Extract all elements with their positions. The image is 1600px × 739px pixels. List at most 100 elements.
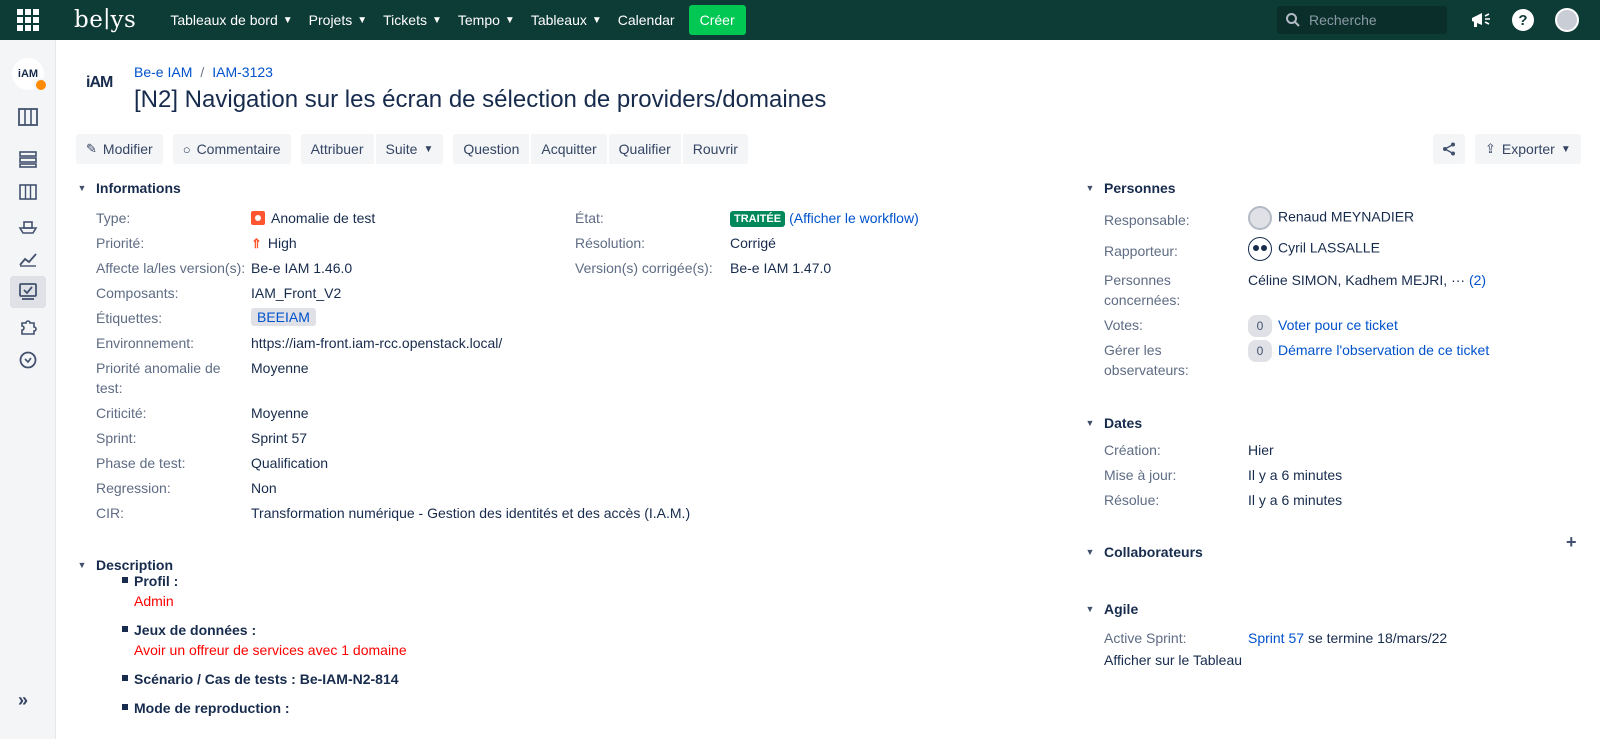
releases-icon[interactable] [16,147,40,171]
app-switcher-icon[interactable] [0,0,56,40]
qualify-button[interactable]: Qualifier [608,134,681,164]
reopen-button[interactable]: Rouvrir [682,134,748,164]
collaborators-heading: Collaborateurs [1104,544,1203,560]
search-input[interactable] [1309,12,1439,28]
type-value: Anomalie de test [251,208,375,228]
updated-value: Il y a 6 minutes [1248,467,1343,483]
export-icon: ⇪ [1485,141,1496,156]
edit-button[interactable]: ✎ Modifier [76,134,163,164]
concerned-label-line2: concernées: [1104,292,1181,308]
status-label: État: [575,210,604,226]
labels-label: Étiquettes: [96,310,163,326]
collapse-icon: ▼ [1085,547,1095,557]
created-value: Hier [1248,442,1274,458]
informations-section-header[interactable]: ▼ Informations [76,180,181,196]
test-phase-label: Phase de test: [96,455,186,471]
view-workflow-link[interactable]: Afficher le workflow [794,210,914,226]
fix-version-link[interactable]: Be-e IAM 1.47.0 [730,258,831,278]
watchers-label-line1: Gérer les [1104,342,1162,358]
concerned-people-count-link[interactable]: (2) [1469,272,1486,288]
description-item-title: Scénario / Cas de tests : Be-IAM-N2-814 [134,671,399,687]
top-navigation-bar: be∣ys Tableaux de bord ▼ Projets ▼ Tickets… [0,0,1600,40]
project-avatar[interactable]: iAM [12,58,48,92]
nav-calendar[interactable]: Calendar [610,0,683,40]
resolved-value: Il y a 6 minutes [1248,492,1343,508]
nav-dashboards-label: Tableaux de bord [170,12,278,28]
help-icon-glyph: ? [1512,9,1534,31]
affects-version-label: Affecte la/les version(s): [96,260,246,276]
environment-link[interactable]: https://iam-front.iam-rcc.openstack.loca… [251,333,502,353]
board-icon[interactable] [16,180,40,204]
dates-heading: Dates [1104,415,1143,431]
user-avatar[interactable] [1555,8,1579,32]
add-ons-puzzle-icon[interactable] [16,315,40,339]
nav-boards[interactable]: Tableaux ▼ [523,0,610,40]
vote-link[interactable]: Voter pour ce ticket [1278,317,1398,333]
add-collaborator-plus-icon[interactable]: + [1566,532,1577,553]
chevron-down-icon: ▼ [1560,143,1571,155]
nav-projects[interactable]: Projets ▼ [301,0,375,40]
active-sprint-label: Active Sprint: [1104,630,1187,646]
watch-link[interactable]: Démarre l'observation de ce ticket [1278,342,1489,358]
watchers-value: 0 Démarre l'observation de ce ticket [1248,340,1489,362]
description-item-title: Jeux de données : [134,622,257,638]
description-item-title: Profil : [134,573,179,589]
description-item: Jeux de données : Avoir un offreur de se… [122,620,1022,660]
status-badge: TRAITÉE [730,211,786,227]
issues-icon[interactable] [10,276,46,308]
expand-sidebar-icon[interactable]: » [18,690,28,711]
description-body: Profil : Admin Jeux de données : Avoir u… [122,571,1022,727]
regression-value: Non [251,480,277,496]
test-anomaly-priority-label-line2: test: [96,380,123,396]
create-button[interactable]: Créer [688,5,746,35]
more-button[interactable]: Suite ▼ [375,134,444,164]
nav-dashboards[interactable]: Tableaux de bord ▼ [162,0,300,40]
nav-tickets[interactable]: Tickets ▼ [375,0,450,40]
question-button[interactable]: Question [453,134,530,164]
assignee-value[interactable]: Renaud MEYNADIER [1248,206,1414,230]
timesheet-clock-icon[interactable] [16,348,40,372]
collapse-icon: ▼ [1085,604,1095,614]
description-item: Profil : Admin [122,571,1022,611]
ship-icon[interactable] [16,214,40,238]
breadcrumb-issue-key-link[interactable]: IAM-3123 [212,64,273,80]
assign-button[interactable]: Attribuer [300,134,374,164]
project-avatar-text: iAM [17,68,39,80]
watchers-label: Gérer les observateurs: [1104,340,1189,380]
description-item: Mode de reproduction : [122,698,1022,718]
affects-version-value: Be-e IAM 1.46.0 [251,260,353,276]
environment-label: Environnement: [96,335,195,351]
comment-button[interactable]: ○ Commentaire [172,134,291,164]
share-icon [1443,142,1455,156]
reporter-value[interactable]: Cyril LASSALLE [1248,237,1380,261]
share-button[interactable] [1433,134,1465,164]
notifications-megaphone-icon[interactable] [1469,8,1493,32]
priority-value-text: High [267,235,297,251]
chevron-down-icon: ▼ [282,14,293,26]
reports-icon[interactable] [16,247,40,271]
active-sprint-link[interactable]: Sprint 57 [1248,630,1304,646]
export-button-label: Exporter [1501,141,1555,157]
nav-tickets-label: Tickets [383,12,427,28]
brand-logo[interactable]: be∣ys [74,8,136,32]
label-tag[interactable]: BEEIAM [251,308,316,326]
more-people-icon[interactable]: ··· [1451,272,1465,288]
help-icon[interactable]: ? [1511,8,1535,32]
people-section-header[interactable]: ▼ Personnes [1084,180,1176,196]
breadcrumb-project-link[interactable]: Be-e IAM [134,64,192,80]
resolution-value: Corrigé [730,235,776,251]
nav-boards-label: Tableaux [530,12,587,28]
acquit-button[interactable]: Acquitter [531,134,607,164]
backlog-icon[interactable] [16,105,40,129]
collaborators-section-header[interactable]: ▼ Collaborateurs [1084,544,1203,560]
collapse-icon: ▼ [77,183,87,193]
export-button[interactable]: ⇪ Exporter ▼ [1475,134,1581,164]
view-on-board-link[interactable]: Afficher sur le Tableau [1104,650,1242,670]
dates-section-header[interactable]: ▼ Dates [1084,415,1143,431]
search-box[interactable] [1277,6,1447,34]
components-link[interactable]: IAM_Front_V2 [251,283,341,303]
nav-tempo[interactable]: Tempo ▼ [450,0,523,40]
agile-section-header[interactable]: ▼ Agile [1084,601,1139,617]
workflow-close-paren: ) [914,210,919,226]
assignee-label: Responsable: [1104,212,1190,228]
